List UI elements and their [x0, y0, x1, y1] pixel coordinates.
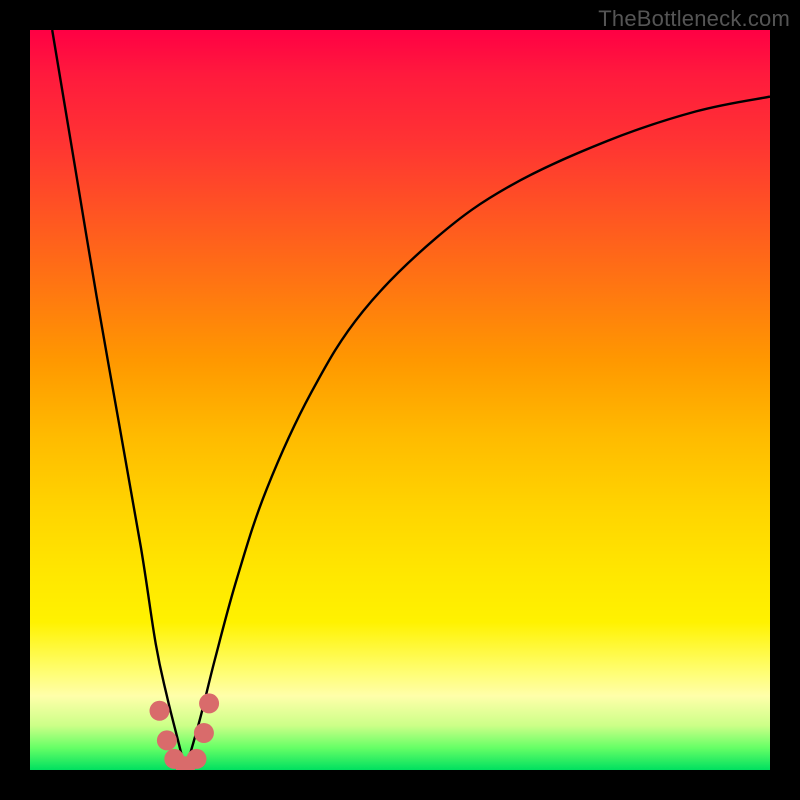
left-branch-curve: [52, 30, 185, 770]
valley-marker: [194, 723, 214, 743]
plot-frame: [30, 30, 770, 770]
right-branch-curve: [185, 97, 770, 770]
chart-stage: TheBottleneck.com: [0, 0, 800, 800]
valley-marker: [157, 730, 177, 750]
curve-layer: [30, 30, 770, 770]
valley-marker: [150, 701, 170, 721]
watermark-text: TheBottleneck.com: [598, 6, 790, 32]
valley-marker: [187, 749, 207, 769]
valley-marker: [199, 693, 219, 713]
markers-group: [150, 693, 220, 770]
